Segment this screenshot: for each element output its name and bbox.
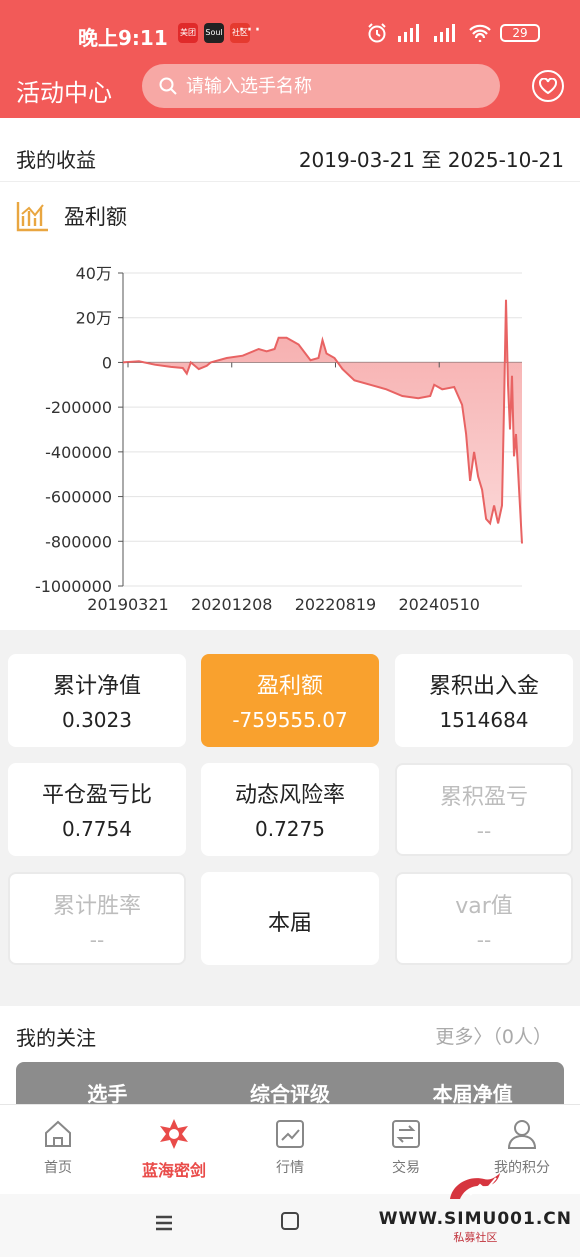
- signal-icon: [398, 24, 419, 42]
- app-header: 活动中心: [0, 60, 580, 118]
- menu-icon[interactable]: [154, 1214, 174, 1232]
- stat-card[interactable]: 累计净值 0.3023: [8, 654, 186, 747]
- stat-value: -759555.07: [232, 708, 348, 732]
- battery-icon: 29: [500, 24, 540, 42]
- page-title: 活动中心: [16, 79, 112, 107]
- user-icon: [507, 1120, 537, 1149]
- tab-market[interactable]: 行情: [240, 1117, 340, 1177]
- stat-value: 1514684: [439, 708, 529, 732]
- y-tick-label: -400000: [45, 443, 112, 462]
- system-nav-bar: WWW.SIMU001.CN 私募社区: [0, 1173, 580, 1257]
- y-tick-label: -200000: [45, 398, 112, 417]
- y-tick-label: -800000: [45, 532, 112, 551]
- tab-trade[interactable]: 交易: [356, 1117, 456, 1177]
- stat-card[interactable]: 本届: [201, 872, 379, 965]
- y-tick-label: -600000: [45, 488, 112, 507]
- stat-label: var值: [455, 894, 513, 919]
- more-link[interactable]: 更多〉（0人）: [435, 1022, 552, 1049]
- stat-card[interactable]: 累积出入金 1514684: [395, 654, 573, 747]
- watermark-site: WWW.SIMU001.CN: [378, 1209, 572, 1229]
- stat-label: 累计胜率: [52, 894, 141, 919]
- stat-label: 累积出入金: [428, 674, 539, 699]
- earnings-card: 我的收益 2019-03-21 至 2025-10-21 盈利额 40万 20万 0…: [0, 118, 580, 630]
- search-bar[interactable]: [142, 64, 500, 108]
- follow-title: 我的关注: [16, 1026, 96, 1050]
- status-bar: 晚上9:11 美团 Soul 社区 ··· 29: [0, 0, 580, 60]
- alarm-icon: [368, 23, 386, 43]
- status-indicators: 29: [366, 22, 540, 44]
- home-button-icon[interactable]: [281, 1212, 299, 1230]
- wifi-icon: [469, 24, 491, 42]
- profit-chart-svg: 40万 20万 0 -200000 -400000 -600000 -800000 -1000…: [35, 264, 523, 614]
- series-area: [123, 299, 522, 544]
- notification-app-icon: Soul: [204, 23, 224, 43]
- tab-label: 首页: [44, 1160, 72, 1176]
- watermark-logo-icon: [450, 1173, 501, 1199]
- date-range[interactable]: 2019-03-21 至 2025-10-21: [299, 144, 564, 173]
- line-chart-icon: [16, 202, 48, 232]
- stat-label: 累计净值: [52, 674, 141, 699]
- status-time: 晚上9:11: [78, 26, 168, 50]
- stat-card[interactable]: 累计胜率 --: [8, 872, 186, 965]
- follow-section: 我的关注 更多〉（0人） 选手 综合评级 本届净值: [0, 1006, 580, 1112]
- stat-value: 0.3023: [62, 708, 132, 732]
- tab-label: 行情: [276, 1160, 304, 1176]
- stat-label: 平仓盈亏比: [41, 783, 152, 808]
- stat-card[interactable]: 累积盈亏 --: [395, 763, 573, 856]
- x-tick-label: 20240510: [399, 595, 480, 614]
- y-tick-label: -1000000: [35, 577, 112, 596]
- y-tick-label: 40万: [76, 264, 112, 283]
- watermark: WWW.SIMU001.CN 私募社区: [379, 1169, 572, 1245]
- tab-points[interactable]: 我的积分: [472, 1117, 572, 1177]
- signal-icon: [434, 24, 455, 42]
- divider: [0, 181, 580, 182]
- stat-value: 0.7275: [255, 817, 325, 841]
- watermark-sub: 私募社区: [453, 1231, 498, 1244]
- favorite-button[interactable]: [532, 70, 564, 102]
- heart-icon: [539, 78, 557, 94]
- exchange-icon: [392, 1120, 420, 1148]
- tab-lanhai[interactable]: 蓝海密剑: [124, 1117, 224, 1181]
- profit-chart: 40万 20万 0 -200000 -400000 -600000 -800000 -1000…: [0, 248, 580, 628]
- tab-label: 蓝海密剑: [141, 1161, 206, 1180]
- earnings-row: 我的收益 2019-03-21 至 2025-10-21: [16, 144, 564, 173]
- chart-icon: [276, 1120, 304, 1148]
- stat-label: 动态风险率: [234, 783, 345, 808]
- x-tick-label: 20201208: [191, 595, 272, 614]
- search-input[interactable]: [186, 75, 466, 97]
- tab-home[interactable]: 首页: [8, 1117, 108, 1177]
- x-tick-label: 20190321: [87, 595, 168, 614]
- x-tick-label: 20220819: [295, 595, 376, 614]
- stat-label: 本届: [267, 911, 312, 936]
- search-icon: [159, 77, 177, 95]
- notification-app-icon: 美团: [178, 23, 198, 43]
- more-notifications-icon: ···: [238, 18, 262, 43]
- y-tick-label: 20万: [76, 309, 112, 328]
- stat-value: --: [476, 928, 492, 952]
- metric-title: 盈利额: [16, 200, 127, 232]
- stat-value: 0.7754: [62, 817, 132, 841]
- earnings-label: 我的收益: [16, 148, 96, 172]
- series-line: [122, 299, 523, 544]
- stats-grid: 累计净值 0.3023 盈利额 -759555.07 累积出入金 1514684 平仓盈亏比…: [0, 630, 580, 1006]
- stat-card[interactable]: var值 --: [395, 872, 573, 965]
- stat-label: 累积盈亏: [439, 785, 528, 810]
- stat-value: --: [476, 819, 492, 843]
- emblem-icon: [160, 1119, 188, 1149]
- stat-card[interactable]: 盈利额 -759555.07: [201, 654, 379, 747]
- home-icon: [45, 1120, 71, 1147]
- metric-label: 盈利额: [64, 205, 127, 229]
- stat-value: --: [89, 928, 105, 952]
- y-tick-label: 0: [102, 353, 112, 372]
- stat-label: 盈利额: [256, 674, 323, 699]
- stat-card[interactable]: 动态风险率 0.7275: [201, 763, 379, 856]
- stat-card[interactable]: 平仓盈亏比 0.7754: [8, 763, 186, 856]
